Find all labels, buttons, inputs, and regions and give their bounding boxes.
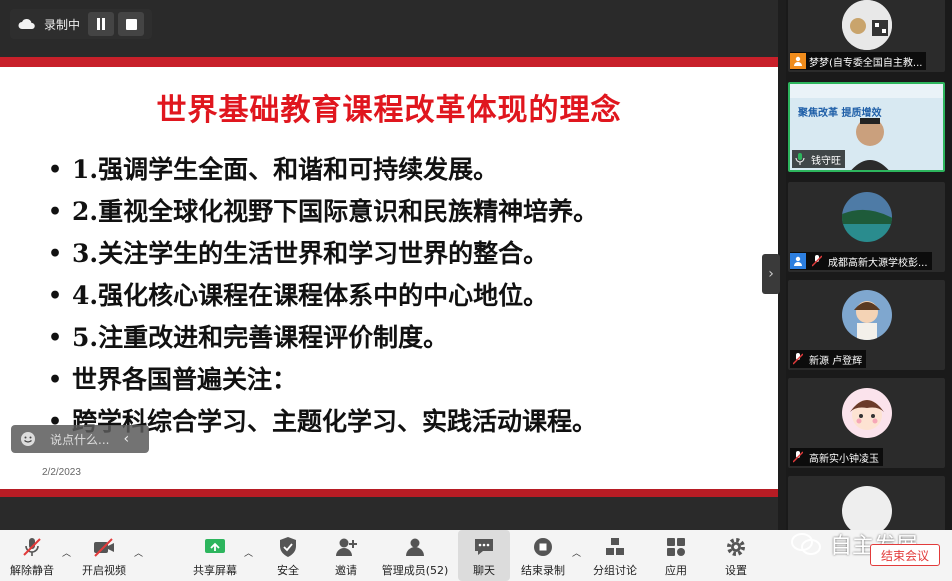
participant-label: 成都高新大源学校彭... bbox=[790, 252, 932, 270]
pause-icon bbox=[97, 18, 106, 30]
start-video-button[interactable]: 开启视频 bbox=[76, 530, 132, 581]
mic-icon bbox=[792, 151, 808, 167]
slide-bullet: 世界各国普遍关注： bbox=[48, 359, 598, 401]
user-icon bbox=[790, 53, 806, 69]
avatar bbox=[842, 0, 892, 50]
unmute-label: 解除静音 bbox=[10, 564, 54, 577]
slide-bottom-bar bbox=[0, 489, 778, 497]
mic-muted-icon bbox=[19, 534, 45, 560]
mic-muted-icon bbox=[790, 449, 806, 465]
slide-bullet: 2.重视全球化视野下国际意识和民族精神培养。 bbox=[48, 191, 598, 233]
breakout-rooms-label: 分组讨论 bbox=[593, 564, 637, 577]
participant-label: 梦梦(自专委全国自主教... bbox=[790, 52, 927, 70]
chevron-right-icon: › bbox=[768, 266, 774, 282]
invite-label: 邀请 bbox=[335, 564, 357, 577]
participant-label: 钱守旺 bbox=[792, 150, 845, 168]
slide-top-bar bbox=[0, 57, 778, 67]
slide-bullet: 4.强化核心课程在课程体系中的中心地位。 bbox=[48, 275, 598, 317]
security-label: 安全 bbox=[277, 564, 299, 577]
pause-recording-button[interactable] bbox=[88, 12, 115, 36]
avatar bbox=[842, 290, 892, 340]
participant-name: 新源 卢登辉 bbox=[809, 355, 863, 367]
wechat-icon bbox=[791, 533, 821, 555]
invite-button[interactable]: 邀请 bbox=[326, 530, 366, 581]
chat-label: 聊天 bbox=[473, 564, 495, 577]
security-button[interactable]: 安全 bbox=[268, 530, 308, 581]
end-meeting-button[interactable]: 结束会议 bbox=[870, 544, 940, 566]
slide-title: 世界基础教育课程改革体现的理念 bbox=[156, 93, 622, 128]
mic-muted-icon bbox=[809, 253, 825, 269]
chevron-left-icon[interactable]: ‹ bbox=[123, 431, 129, 447]
share-screen-label: 共享屏幕 bbox=[193, 564, 237, 577]
apps-label: 应用 bbox=[665, 564, 687, 577]
participant-tile-active[interactable]: 聚焦改革 提质增效 钱守旺 bbox=[788, 82, 945, 172]
participant-tile[interactable]: 新源 卢登辉 bbox=[788, 280, 945, 370]
participant-tile[interactable] bbox=[788, 476, 945, 530]
participant-name: 梦梦(自专委全国自主教... bbox=[809, 57, 923, 69]
participant-name: 钱守旺 bbox=[811, 155, 841, 167]
chevron-up-icon[interactable]: ︿ bbox=[572, 546, 581, 559]
chat-button[interactable]: 聊天 bbox=[458, 530, 510, 581]
avatar bbox=[842, 192, 892, 242]
settings-label: 设置 bbox=[725, 564, 747, 577]
recording-indicator: 录制中 bbox=[10, 9, 152, 39]
unmute-button[interactable]: 解除静音 bbox=[4, 530, 60, 581]
emoji-icon[interactable] bbox=[20, 431, 36, 447]
add-user-icon bbox=[333, 534, 359, 560]
recording-label: 录制中 bbox=[44, 17, 81, 32]
share-screen-icon bbox=[202, 534, 228, 560]
gear-icon bbox=[723, 534, 749, 560]
breakout-rooms-button[interactable]: 分组讨论 bbox=[590, 530, 640, 581]
cloud-icon bbox=[18, 18, 35, 29]
participant-tile[interactable]: 高新实小钟凌玉 bbox=[788, 378, 945, 468]
record-stop-icon bbox=[530, 534, 556, 560]
slide-bullet: 3.关注学生的生活世界和学习世界的整合。 bbox=[48, 233, 598, 275]
chevron-up-icon[interactable]: ︿ bbox=[134, 546, 143, 559]
participant-name: 成都高新大源学校彭... bbox=[828, 257, 928, 269]
share-screen-button[interactable]: 共享屏幕 bbox=[190, 530, 240, 581]
avatar bbox=[842, 486, 892, 530]
slide-bullet: 5.注重改进和完善课程评价制度。 bbox=[48, 317, 598, 359]
shared-screen: 世界基础教育课程改革体现的理念 1.强调学生全面、和谐和可持续发展。 2.重视全… bbox=[0, 0, 778, 530]
participant-label: 高新实小钟凌玉 bbox=[790, 448, 883, 466]
chevron-up-icon[interactable]: ︿ bbox=[62, 546, 71, 559]
participant-tile[interactable]: 梦梦(自专委全国自主教... bbox=[788, 0, 945, 72]
stop-recording-label: 结束录制 bbox=[521, 564, 565, 577]
stop-icon bbox=[125, 18, 137, 30]
breakout-icon bbox=[602, 534, 628, 560]
qr-image bbox=[842, 0, 892, 50]
user-icon bbox=[790, 253, 806, 269]
video-off-icon bbox=[91, 534, 117, 560]
meeting-window: 世界基础教育课程改革体现的理念 1.强调学生全面、和谐和可持续发展。 2.重视全… bbox=[0, 0, 952, 581]
mic-muted-icon bbox=[790, 351, 806, 367]
manage-participants-label: 管理成员(52) bbox=[381, 564, 449, 577]
participant-label: 新源 卢登辉 bbox=[790, 350, 867, 368]
stop-recording-button[interactable] bbox=[118, 12, 145, 36]
settings-button[interactable]: 设置 bbox=[716, 530, 756, 581]
participant-name: 高新实小钟凌玉 bbox=[809, 453, 879, 465]
apps-icon bbox=[663, 534, 689, 560]
start-video-label: 开启视频 bbox=[82, 564, 126, 577]
chat-input-bar[interactable]: 说点什么... ‹ bbox=[11, 425, 149, 453]
participant-tile[interactable]: 成都高新大源学校彭... bbox=[788, 182, 945, 272]
participant-gallery[interactable]: 梦梦(自专委全国自主教... 聚焦改革 提质增效 钱守旺 成都高新大源学校彭..… bbox=[786, 0, 952, 530]
apps-button[interactable]: 应用 bbox=[656, 530, 696, 581]
shield-icon bbox=[275, 534, 301, 560]
chevron-up-icon[interactable]: ︿ bbox=[244, 546, 253, 559]
slide-date: 2/2/2023 bbox=[42, 467, 81, 478]
manage-participants-button[interactable]: 管理成员(52) bbox=[380, 530, 450, 581]
participants-icon bbox=[402, 534, 428, 560]
slide-bullets: 1.强调学生全面、和谐和可持续发展。 2.重视全球化视野下国际意识和民族精神培养… bbox=[48, 149, 598, 443]
chat-placeholder[interactable]: 说点什么... bbox=[50, 431, 109, 448]
chat-icon bbox=[471, 534, 497, 560]
collapse-sidebar-handle[interactable]: › bbox=[762, 254, 780, 294]
slide-bullet: 1.强调学生全面、和谐和可持续发展。 bbox=[48, 149, 598, 191]
avatar bbox=[842, 388, 892, 438]
stop-recording-toolbar-button[interactable]: 结束录制 bbox=[517, 530, 569, 581]
slide-heading: 聚焦改革 提质增效 bbox=[798, 108, 882, 119]
